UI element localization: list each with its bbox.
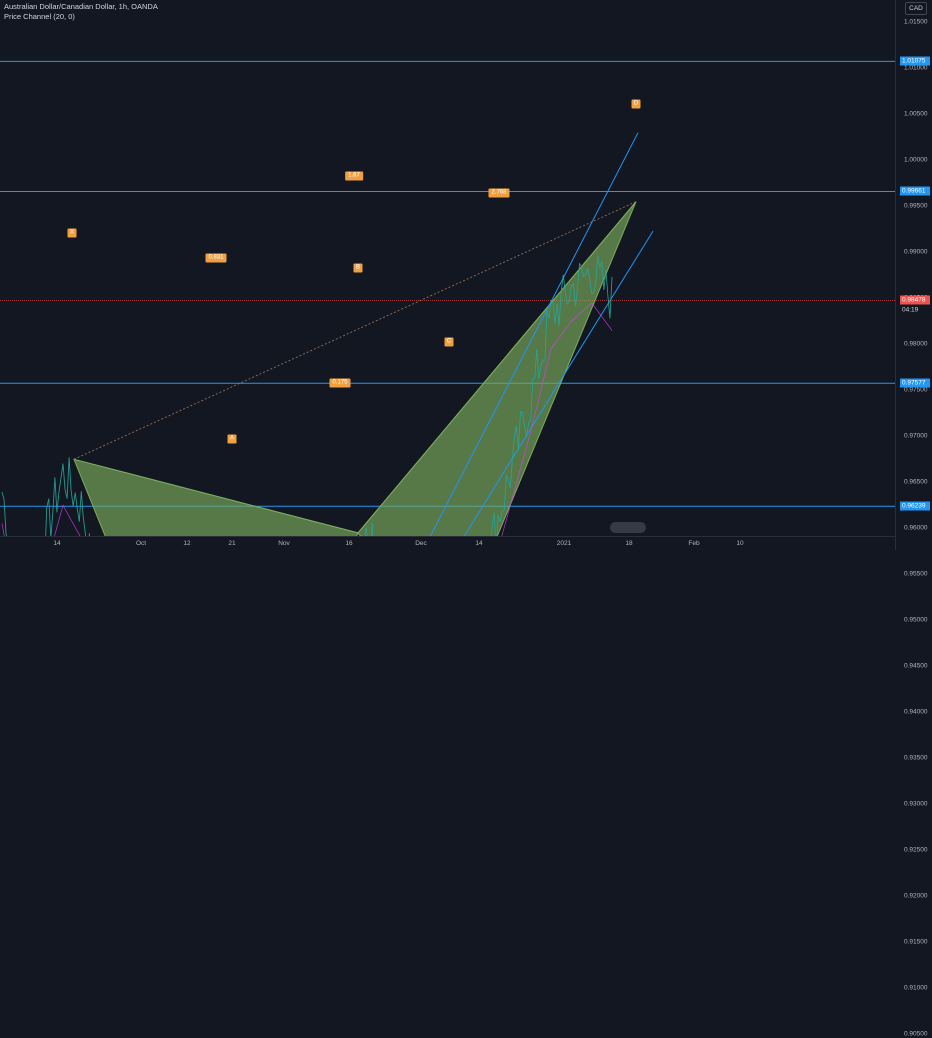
price-tick-label: 1.00500 <box>904 110 928 118</box>
chart-legend: Australian Dollar/Canadian Dollar, 1h, O… <box>4 2 158 22</box>
price-tick-label: 1.01500 <box>904 18 928 26</box>
price-tick-label: 0.95000 <box>904 616 928 624</box>
chart-area[interactable]: X A B C D 1.67 0.831 2.768 0.175 <box>0 0 895 875</box>
price-tick-label: 0.96000 <box>904 524 928 532</box>
time-tick-label: Feb <box>688 540 700 547</box>
symbol-title[interactable]: Australian Dollar/Canadian Dollar, 1h, O… <box>4 2 158 12</box>
time-tick-label: 18 <box>625 540 633 547</box>
time-tick-label: Nov <box>278 540 290 547</box>
point-label-x[interactable]: X <box>67 228 77 238</box>
price-tick-label: 0.91000 <box>904 984 928 992</box>
ratio-label[interactable]: 0.831 <box>205 253 227 263</box>
time-tick-label: Dec <box>415 540 427 547</box>
price-level-label[interactable]: 0.97577 <box>900 378 930 388</box>
price-level-label[interactable]: 04:19 <box>900 305 930 315</box>
price-tick-label: 0.92500 <box>904 846 928 854</box>
price-tick-label: 0.98000 <box>904 340 928 348</box>
ratio-label[interactable]: 2.768 <box>488 188 510 198</box>
price-tick-label: 0.97000 <box>904 432 928 440</box>
time-tick-label: Oct <box>135 540 147 547</box>
time-tick-label: 10 <box>736 540 744 547</box>
price-axis[interactable] <box>895 0 932 550</box>
currency-button[interactable]: CAD <box>905 2 927 15</box>
price-level-label[interactable]: 0.98478 <box>900 295 930 305</box>
time-tick-label: 2021 <box>556 540 572 547</box>
ratio-label[interactable]: 0.175 <box>329 378 351 388</box>
point-label-d[interactable]: D <box>631 99 641 109</box>
price-level-label[interactable]: 0.99661 <box>900 186 930 196</box>
time-tick-label: 12 <box>183 540 191 547</box>
price-level-label[interactable]: 0.96239 <box>900 501 930 511</box>
price-tick-label: 0.97500 <box>904 386 928 394</box>
ratio-label[interactable]: 1.67 <box>345 171 363 181</box>
time-tick-label: 21 <box>228 540 236 547</box>
price-tick-label: 0.92000 <box>904 892 928 900</box>
price-tick-label: 0.96500 <box>904 478 928 486</box>
price-tick-label: 0.99500 <box>904 202 928 210</box>
price-tick-label: 0.93500 <box>904 754 928 762</box>
point-label-b[interactable]: B <box>353 263 363 273</box>
price-tick-label: 0.91500 <box>904 938 928 946</box>
time-axis[interactable] <box>0 536 895 551</box>
price-tick-label: 0.99000 <box>904 248 928 256</box>
tradingview-logo-icon[interactable] <box>610 522 646 533</box>
price-tick-label: 0.90500 <box>904 1030 928 1038</box>
point-label-c[interactable]: C <box>444 337 454 347</box>
price-level-label[interactable]: 1.01075 <box>900 56 930 66</box>
price-tick-label: 1.00000 <box>904 156 928 164</box>
time-tick-label: 14 <box>53 540 61 547</box>
price-tick-label: 0.93000 <box>904 800 928 808</box>
price-tick-label: 0.94500 <box>904 662 928 670</box>
point-label-a[interactable]: A <box>227 434 237 444</box>
price-tick-label: 0.95500 <box>904 570 928 578</box>
price-tick-label: 0.94000 <box>904 708 928 716</box>
price-chart[interactable] <box>0 0 895 875</box>
time-tick-label: 16 <box>345 540 353 547</box>
indicator-title[interactable]: Price Channel (20, 0) <box>4 12 158 22</box>
time-tick-label: 14 <box>475 540 483 547</box>
